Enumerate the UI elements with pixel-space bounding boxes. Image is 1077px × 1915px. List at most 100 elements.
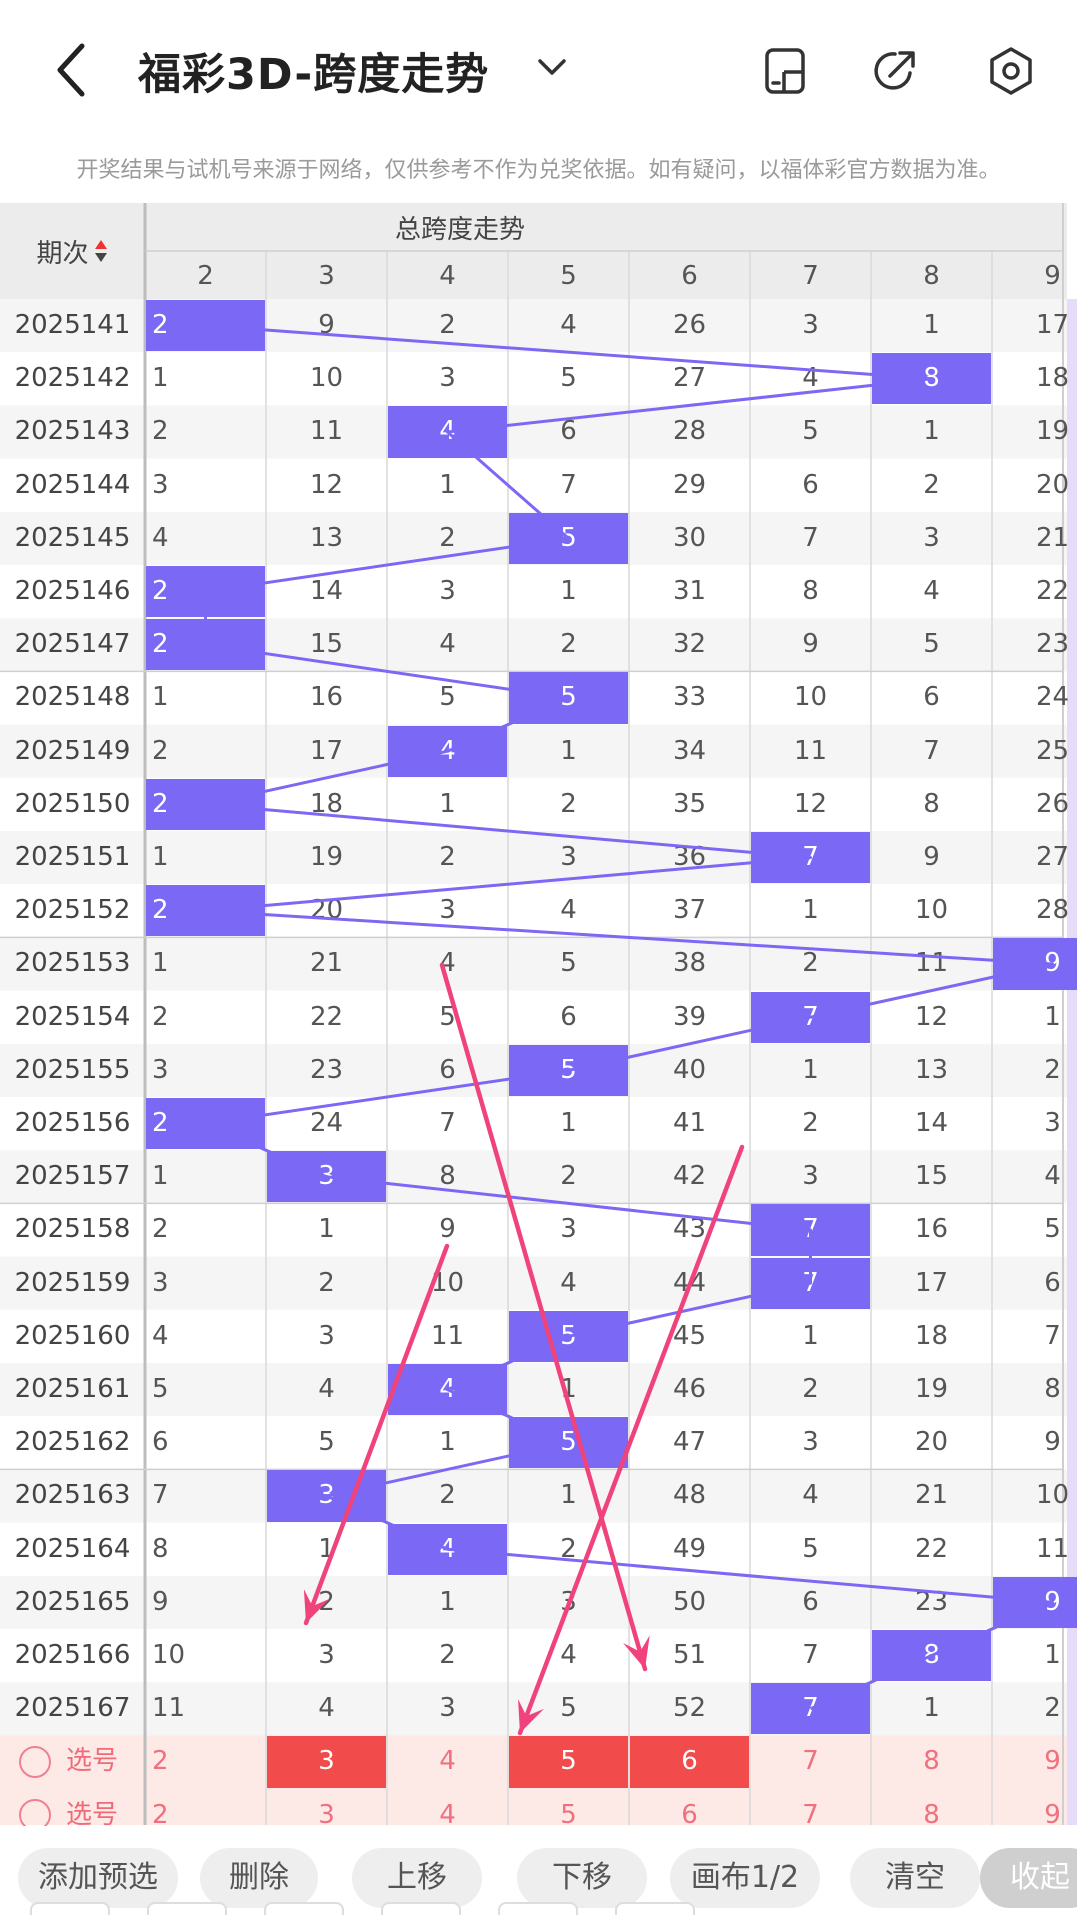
trend-cell: 5	[560, 363, 577, 394]
trend-cell: 2	[152, 735, 169, 766]
trend-cell: 9	[802, 629, 819, 660]
trend-cell: 2	[439, 842, 456, 872]
trend-cell: 19	[1035, 416, 1070, 447]
trend-cell: 9	[1044, 1427, 1061, 1458]
canvas-tab[interactable]	[498, 1902, 578, 1915]
trend-cell: 2	[318, 1267, 335, 1298]
trend-cell: 21	[1035, 522, 1070, 553]
trend-cell: 2	[152, 1214, 169, 1245]
trend-cell: 1	[152, 1161, 169, 1192]
toolbar-button-4[interactable]: 画布1/2	[670, 1848, 820, 1908]
hit-cell: 2	[146, 778, 265, 830]
page-title[interactable]: 福彩3D-跨度走势	[138, 40, 489, 102]
trend-cell: 24	[309, 1108, 344, 1138]
canvas-tab[interactable]	[381, 1902, 461, 1915]
hit-cell: 3	[267, 1470, 386, 1522]
toolbar-button-6[interactable]: 收起	[980, 1848, 1077, 1908]
data-source-disclaimer: 开奖结果与试机号来源于网络，仅供参考不作为兑奖依据。如有疑问，以福体彩官方数据为…	[76, 158, 1001, 183]
trend-cell: 43	[672, 1214, 707, 1245]
selected-number-cell[interactable]: 6	[630, 1736, 749, 1788]
toolbar-button-5[interactable]: 清空	[850, 1848, 980, 1908]
bottom-toolbar: 添加预选 删除 上移 下移 画布1/2 清空 收起	[0, 1826, 1077, 1915]
trend-cell: 1	[439, 788, 456, 819]
trend-cell: 9	[152, 1586, 169, 1617]
select-number-cell[interactable]: 9	[993, 1736, 1077, 1787]
trend-cell: 10	[430, 1267, 465, 1298]
trend-cell: 2	[560, 1533, 577, 1564]
trend-cell: 19	[309, 842, 344, 872]
toolbar-button-0[interactable]: 添加预选	[18, 1848, 178, 1908]
period-cell: 2025153	[14, 948, 131, 979]
period-cell: 2025156	[14, 1108, 131, 1138]
selected-number-cell[interactable]: 3	[267, 1736, 386, 1788]
trend-cell: 2	[152, 416, 169, 447]
hit-cell: 2	[146, 1098, 265, 1150]
trend-cell: 23	[309, 1054, 344, 1085]
trend-cell: 15	[309, 629, 344, 660]
select-number-cell[interactable]: 7	[751, 1736, 870, 1787]
trend-cell: 11	[430, 1320, 465, 1351]
select-number-cell[interactable]: 8	[872, 1736, 991, 1787]
trend-cell: 2	[923, 469, 940, 500]
period-cell: 2025159	[14, 1267, 131, 1298]
trend-cell: 16	[309, 682, 344, 713]
trend-cell: 25	[1035, 735, 1070, 766]
trend-cell: 4	[560, 895, 577, 926]
trend-cell: 4	[318, 1693, 335, 1724]
select-number-cell[interactable]: 2	[146, 1736, 265, 1787]
canvas-tab[interactable]	[147, 1902, 227, 1915]
trend-cell: 2	[802, 1108, 819, 1138]
trend-cell: 10	[152, 1640, 186, 1670]
trend-cell: 35	[672, 788, 707, 819]
trend-cell: 9	[439, 1214, 456, 1245]
toolbar-button-1[interactable]: 删除	[200, 1848, 318, 1908]
chevron-down-icon[interactable]	[535, 52, 569, 82]
trend-cell: 36	[672, 842, 707, 872]
trend-cell: 4	[560, 1267, 577, 1298]
period-cell: 2025144	[14, 469, 131, 500]
trend-cell: 8	[439, 1161, 456, 1192]
period-cell: 2025155	[14, 1054, 131, 1085]
canvas-tab[interactable]	[30, 1902, 110, 1915]
period-cell: 2025164	[14, 1533, 131, 1564]
trend-cell: 1	[439, 469, 456, 500]
select-row-label[interactable]: 选号	[0, 1735, 145, 1788]
trend-cell: 3	[439, 576, 456, 606]
trend-cell: 7	[1044, 1320, 1061, 1351]
select-number-cell[interactable]: 4	[388, 1736, 507, 1787]
trend-cell: 10	[793, 682, 828, 713]
canvas-tab[interactable]	[615, 1902, 695, 1915]
trend-cell: 4	[560, 1640, 577, 1670]
trend-cell: 21	[309, 948, 344, 979]
trend-cell: 30	[672, 522, 707, 553]
trend-cell: 11	[793, 735, 828, 766]
canvas-tab[interactable]	[264, 1902, 344, 1915]
hit-cell: 4	[388, 1364, 507, 1416]
phone-layout-icon[interactable]	[760, 46, 810, 96]
trend-cell: 42	[672, 1161, 707, 1192]
hit-cell: 4	[388, 1523, 507, 1575]
toolbar-button-3[interactable]: 下移	[517, 1848, 647, 1908]
trend-cell: 17	[1035, 310, 1070, 340]
hit-cell: 3	[267, 1151, 386, 1203]
hit-cell: 8	[872, 353, 991, 405]
select-radio-icon[interactable]	[19, 1745, 51, 1778]
trend-cell: 4	[439, 948, 456, 979]
trend-cell: 1	[152, 948, 169, 979]
selected-number-cell[interactable]: 5	[509, 1736, 628, 1788]
trend-cell: 9	[923, 842, 940, 872]
trend-cell: 26	[672, 310, 707, 340]
trend-cell: 12	[309, 469, 344, 500]
trend-cell: 2	[439, 310, 456, 340]
toolbar-button-2[interactable]: 上移	[352, 1848, 482, 1908]
back-chevron-left-icon[interactable]	[48, 40, 98, 100]
hit-cell: 4	[388, 725, 507, 777]
share-arrow-icon[interactable]	[870, 46, 920, 96]
hit-cell: 8	[872, 1630, 991, 1682]
settings-icon[interactable]	[986, 46, 1036, 96]
trend-cell: 8	[1044, 1374, 1061, 1404]
trend-cell: 5	[1044, 1214, 1061, 1245]
trend-cell: 8	[802, 576, 819, 606]
trend-cell: 9	[318, 310, 335, 340]
period-cell: 2025167	[14, 1693, 131, 1724]
